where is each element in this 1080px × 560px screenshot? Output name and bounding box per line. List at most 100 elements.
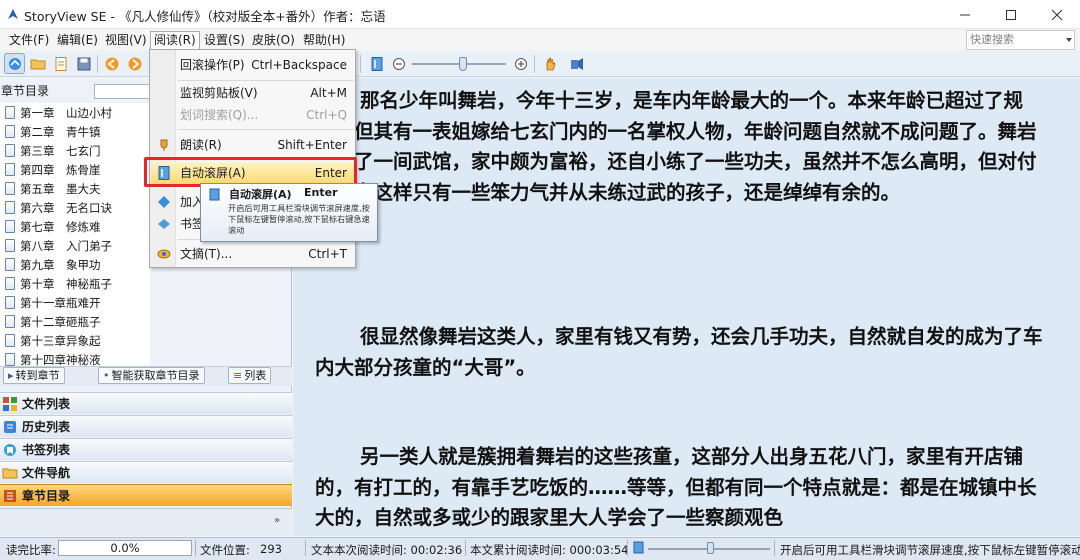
chapter-item[interactable]: 第十一章 瓶难开 xyxy=(0,293,150,312)
status-divider xyxy=(627,540,628,556)
nav-chapter-toc[interactable]: 章节目录 xyxy=(0,484,292,506)
file-position-label: 文件位置: xyxy=(200,543,250,557)
hand-tool-button[interactable] xyxy=(539,53,560,74)
reader-pane[interactable]: 那名少年叫舞岩，今年十三岁，是车内年龄最大的一个。本来年龄已超过了规定，但其有一… xyxy=(293,78,1080,536)
document-icon xyxy=(5,334,15,347)
chevron-down-icon[interactable] xyxy=(1066,38,1072,42)
chapter-item[interactable]: 第二章 青牛镇 xyxy=(0,122,150,141)
menu-separator xyxy=(178,129,354,130)
forward-button[interactable] xyxy=(124,53,145,74)
status-speed-slider-thumb[interactable] xyxy=(707,542,714,554)
chapter-item[interactable]: 第八章 入门弟子 xyxy=(0,236,150,255)
chapter-item[interactable]: 第六章 无名口诀 xyxy=(0,198,150,217)
menu-view[interactable]: 视图(V) xyxy=(102,31,150,49)
nav-file-list[interactable]: 文件列表 xyxy=(0,392,292,414)
document-icon xyxy=(55,56,66,71)
menu-item-rollback[interactable]: 回滚操作(P) Ctrl+Backspace xyxy=(151,54,355,76)
back-button[interactable] xyxy=(101,53,122,74)
minus-circle-icon xyxy=(392,57,405,70)
menu-read[interactable]: 阅读(R) xyxy=(150,31,200,49)
menu-item-monitor-clipboard[interactable]: 监视剪贴板(V) Alt+M xyxy=(151,82,355,104)
folder-icon xyxy=(30,59,45,69)
menu-separator xyxy=(178,80,354,81)
bullet-icon: • xyxy=(103,369,110,382)
chapter-item[interactable]: 第五章 墨大夫 xyxy=(0,179,150,198)
quick-search-input[interactable]: 快速搜索 xyxy=(966,30,1075,50)
chapter-item[interactable]: 第一章 山边小村 xyxy=(0,103,150,122)
zoom-in-button[interactable] xyxy=(510,53,531,74)
menu-item-excerpt[interactable]: 文摘(T)... Ctrl+T xyxy=(151,243,355,265)
nav-file-navigation[interactable]: 文件导航 xyxy=(0,461,292,483)
status-hint: 开启后可用工具栏滑块调节滚屏速度,按下鼠标左键暂停滚动 xyxy=(780,543,1080,557)
status-divider xyxy=(774,540,775,556)
document-icon xyxy=(5,315,15,328)
nav-history-list[interactable]: 历史列表 xyxy=(0,415,292,437)
minimize-icon xyxy=(960,14,970,15)
session-read-time: 文本本次阅读时间: 00:02:36 xyxy=(311,543,463,557)
smart-toc-button[interactable]: • 智能获取章节目录 xyxy=(98,367,205,384)
book-icon xyxy=(8,57,21,70)
read-ratio-label: 读完比率: xyxy=(6,543,56,557)
zoom-out-button[interactable] xyxy=(388,53,409,74)
scroll-icon xyxy=(633,541,644,554)
document-icon xyxy=(5,201,15,214)
file-position-value: 293 xyxy=(260,542,282,556)
menu-settings[interactable]: 设置(S) xyxy=(201,31,248,49)
reader-mode-button[interactable] xyxy=(4,53,25,74)
chapter-item[interactable]: 第三章 七玄门 xyxy=(0,141,150,160)
read-ratio-progress: 0.0% xyxy=(58,540,192,556)
file-list-icon xyxy=(3,396,17,411)
menu-help[interactable]: 帮助(H) xyxy=(300,31,348,49)
chapter-item[interactable]: 第十章 神秘瓶子 xyxy=(0,274,150,293)
open-folder-button[interactable] xyxy=(27,53,48,74)
document-icon xyxy=(5,277,15,290)
properties-button[interactable] xyxy=(50,53,71,74)
app-icon xyxy=(8,9,18,19)
chapter-item[interactable]: 第十三章 异象起 xyxy=(0,331,150,350)
speaker-icon xyxy=(570,57,583,70)
chapter-item[interactable]: 第十二章 砸瓶子 xyxy=(0,312,150,331)
chapter-icon xyxy=(4,489,16,502)
save-icon xyxy=(77,57,90,70)
menu-item-word-search[interactable]: 划词搜索(Q)... Ctrl+Q xyxy=(151,104,355,126)
nav-bookmark-list[interactable]: 书签列表 xyxy=(0,438,292,460)
chapter-filter-input[interactable] xyxy=(94,84,150,99)
document-icon xyxy=(5,296,15,309)
document-icon xyxy=(5,353,15,366)
microphone-icon xyxy=(160,139,168,151)
chapter-item[interactable]: 第四章 炼骨崖 xyxy=(0,160,150,179)
menu-skin[interactable]: 皮肤(O) xyxy=(249,31,298,49)
window-title: StoryView SE - 《凡人修仙传》（校对版全本+番外）作者：忘语 xyxy=(24,9,386,24)
status-divider xyxy=(465,540,466,556)
scroll-speed-slider-thumb[interactable] xyxy=(459,57,467,71)
document-icon xyxy=(5,163,15,176)
scroll-icon xyxy=(371,56,382,71)
list-icon: ≡ xyxy=(233,369,243,382)
double-chevron-icon[interactable]: » xyxy=(274,515,280,526)
chapter-item[interactable]: 第七章 修炼难 xyxy=(0,217,150,236)
paragraph: 很显然像舞岩这类人，家里有钱又有势，还会几手功夫，自然就自发的成为了车内大部分孩… xyxy=(315,325,1043,379)
autoscroll-toolbar-button[interactable] xyxy=(366,53,387,74)
goto-chapter-button[interactable]: ▸ 转到章节 xyxy=(3,367,65,384)
arrow-right-icon: ▸ xyxy=(8,369,14,382)
menu-item-read-aloud[interactable]: 朗读(R) Shift+Enter xyxy=(151,134,355,156)
paragraph: 另一类人就是簇拥着舞岩的这些孩童，这部分人出身五花八门，家里有开店铺的，有打工的… xyxy=(315,445,1037,529)
tooltip-title: 自动滚屏(A) xyxy=(229,188,292,201)
toolbar-separator xyxy=(360,55,361,73)
add-bookmark-icon xyxy=(158,196,170,208)
close-button[interactable] xyxy=(1034,0,1080,29)
list-view-button[interactable]: ≡ 列表 xyxy=(228,367,272,384)
chapter-item[interactable]: 第九章 象甲功 xyxy=(0,255,150,274)
tooltip-shortcut: Enter xyxy=(304,186,338,199)
menu-edit[interactable]: 编辑(E) xyxy=(54,31,101,49)
speak-button[interactable] xyxy=(566,53,587,74)
menu-file[interactable]: 文件(F) xyxy=(6,31,52,49)
tooltip-description: 开启后可用工具栏滑块调节滚屏速度,按下鼠标左键暂停滚动,按下鼠标右键急速滚动 xyxy=(228,203,370,235)
document-icon xyxy=(5,125,15,138)
document-icon xyxy=(5,106,15,119)
save-button[interactable] xyxy=(73,53,94,74)
minimize-button[interactable] xyxy=(942,0,988,29)
hand-icon xyxy=(546,56,555,70)
maximize-button[interactable] xyxy=(988,0,1034,29)
document-icon xyxy=(5,258,15,271)
